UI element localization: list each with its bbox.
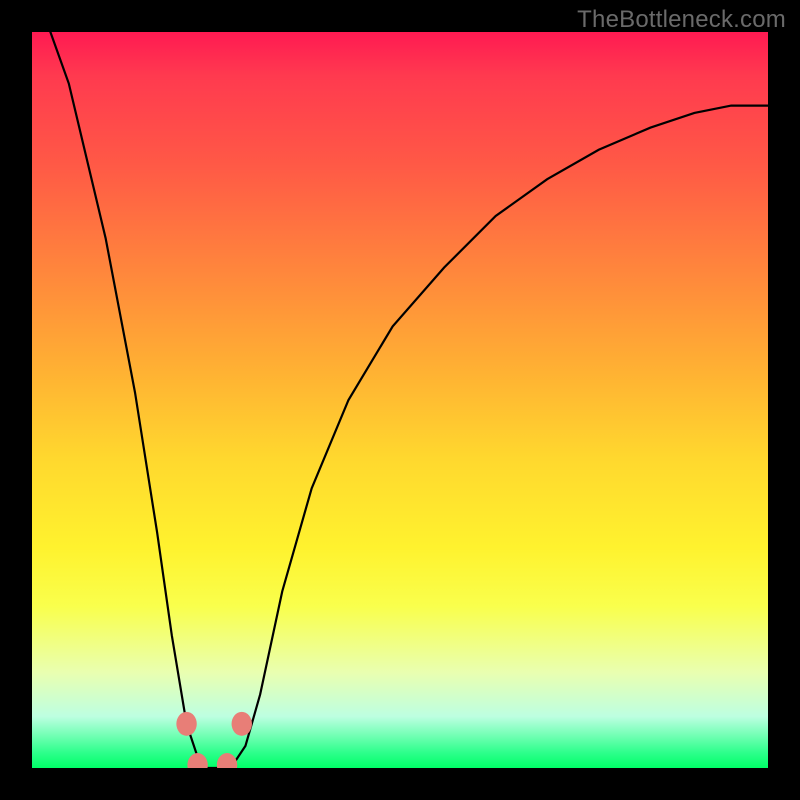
watermark-text: TheBottleneck.com [577, 6, 786, 34]
right-lower-marker [217, 753, 237, 768]
left-lower-marker [187, 753, 207, 768]
plot-area [32, 32, 768, 768]
chart-svg [32, 32, 768, 768]
bottleneck-curve [32, 32, 768, 768]
right-upper-marker [232, 712, 252, 736]
chart-frame: TheBottleneck.com [0, 0, 800, 800]
left-upper-marker [176, 712, 196, 736]
curve-markers [176, 712, 252, 768]
